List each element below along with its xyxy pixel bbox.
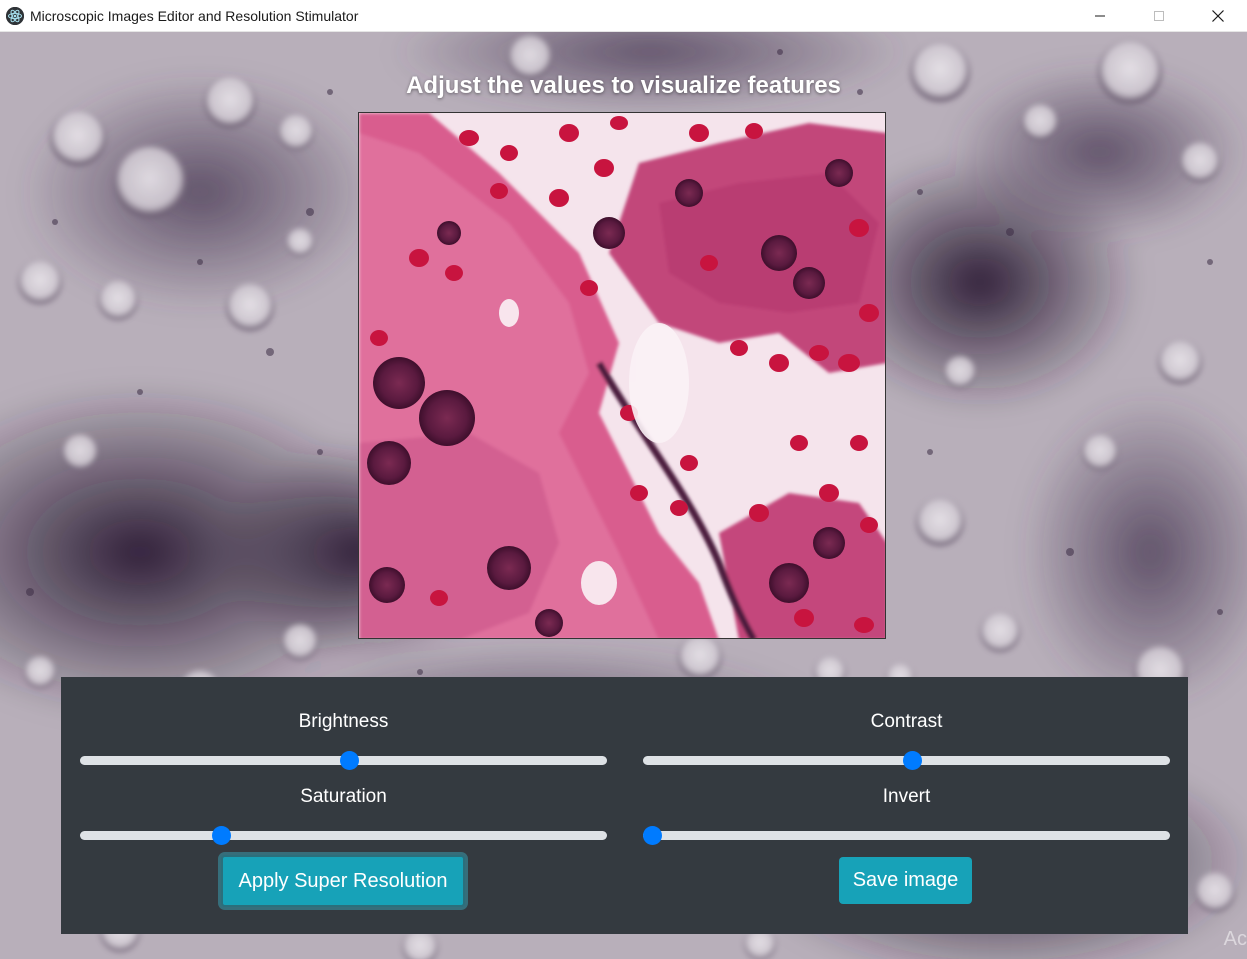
maximize-button[interactable]	[1129, 0, 1188, 32]
window-controls	[1070, 0, 1247, 32]
save-image-button[interactable]: Save image	[839, 857, 972, 904]
saturation-slider-thumb[interactable]	[212, 826, 232, 845]
app-content: Adjust the values to visualize features	[0, 32, 1247, 959]
brightness-slider-thumb[interactable]	[339, 751, 359, 770]
brightness-slider[interactable]	[80, 751, 607, 770]
invert-label: Invert	[882, 786, 931, 807]
adjustment-panel: Brightness Contrast Saturation Invert Ap…	[61, 677, 1188, 934]
apply-super-resolution-button[interactable]: Apply Super Resolution	[221, 855, 465, 907]
title-bar: Microscopic Images Editor and Resolution…	[0, 0, 1247, 32]
invert-slider[interactable]	[643, 826, 1170, 845]
activation-watermark: Ac	[1223, 928, 1247, 950]
contrast-label: Contrast	[870, 711, 943, 732]
electron-atom-icon	[6, 6, 24, 25]
page-heading: Adjust the values to visualize features	[406, 72, 841, 99]
close-button[interactable]	[1188, 0, 1247, 32]
close-icon	[1211, 10, 1224, 22]
microscopy-image-preview	[358, 112, 886, 639]
saturation-slider[interactable]	[80, 826, 607, 845]
invert-slider-thumb[interactable]	[643, 826, 662, 845]
minimize-button[interactable]	[1070, 0, 1129, 32]
window-title: Microscopic Images Editor and Resolution…	[30, 7, 359, 24]
tissue-image	[359, 113, 885, 638]
saturation-label: Saturation	[300, 786, 387, 807]
contrast-slider-thumb[interactable]	[902, 751, 922, 770]
contrast-slider[interactable]	[643, 751, 1170, 770]
minimize-icon	[1094, 15, 1105, 17]
maximize-icon	[1153, 11, 1164, 21]
brightness-label: Brightness	[298, 711, 389, 732]
